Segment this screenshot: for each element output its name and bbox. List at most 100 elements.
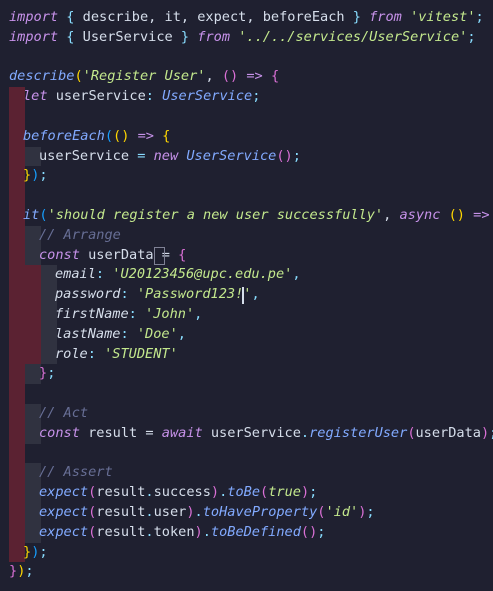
code-line[interactable] <box>0 107 493 127</box>
code-token: async <box>399 207 441 223</box>
code-line[interactable] <box>0 443 493 464</box>
code-token: , <box>383 207 400 223</box>
code-token: '../../services/UserService' <box>238 28 468 45</box>
code-token: 'should register a new user successfully… <box>47 207 384 223</box>
code-token: const <box>39 246 80 263</box>
code-line[interactable]: firstName: 'John', <box>0 305 493 325</box>
code-line[interactable]: describe('Register User', () => { <box>0 67 493 87</box>
code-line[interactable]: it('should register a new user successfu… <box>0 206 493 226</box>
code-token: userService <box>47 88 146 105</box>
code-token: import <box>9 9 59 25</box>
code-token: () <box>221 68 239 85</box>
indent-guide <box>9 245 25 266</box>
code-text: firstName: 'John', <box>55 305 202 325</box>
code-token: ; <box>309 484 318 501</box>
code-token: 'John' <box>145 306 195 322</box>
code-text: import { UserService } from '../../servi… <box>9 28 476 48</box>
code-line[interactable]: }; <box>0 364 493 385</box>
code-token: ; <box>39 543 48 560</box>
code-token: UserService <box>74 28 181 45</box>
code-line[interactable]: // Assert <box>0 463 493 484</box>
code-text: // Assert <box>39 463 113 483</box>
code-token: ) <box>194 523 203 540</box>
code-text: email: 'U20123456@upc.edu.pe', <box>55 265 301 285</box>
code-token: ; <box>467 28 476 45</box>
code-line[interactable]: role: 'STUDENT' <box>0 344 493 365</box>
code-token: () <box>113 127 130 144</box>
code-token: , <box>205 68 222 85</box>
code-line[interactable] <box>0 186 493 206</box>
code-line[interactable]: import { describe, it, expect, beforeEac… <box>0 8 493 28</box>
code-token: import <box>9 28 59 45</box>
code-token: { <box>270 68 280 85</box>
code-token: } <box>39 365 48 382</box>
code-token: ) <box>300 484 310 501</box>
code-token: ( <box>260 484 269 501</box>
code-token: => <box>473 207 490 223</box>
code-token: : <box>120 325 137 342</box>
code-line[interactable]: let userService: UserService; <box>0 87 493 107</box>
code-line[interactable]: expect(result.token).toBeDefined(); <box>0 522 493 543</box>
code-token: . <box>145 523 154 540</box>
code-line[interactable]: // Arrange <box>0 225 493 246</box>
indent-guide <box>9 186 25 206</box>
code-token: from <box>197 28 231 45</box>
code-token: ) <box>480 424 490 441</box>
code-token: const <box>39 424 80 441</box>
indent-guide <box>9 522 25 543</box>
code-text: const result = await userService.registe… <box>39 424 493 444</box>
code-token: UserService <box>162 88 253 105</box>
code-line[interactable]: const result = await userService.registe… <box>0 423 493 444</box>
indent-guide <box>9 483 25 503</box>
code-token: . <box>202 523 211 540</box>
code-token: 'Password123!' <box>136 286 252 303</box>
code-token: ; <box>25 563 34 580</box>
code-token: () <box>276 147 293 164</box>
code-line[interactable]: }); <box>0 542 493 563</box>
code-token: () <box>300 523 318 540</box>
code-token: 'STUDENT' <box>104 345 178 362</box>
code-line[interactable]: // Act <box>0 404 493 424</box>
code-token: expect <box>39 523 89 540</box>
code-token: , <box>177 325 186 342</box>
code-line[interactable] <box>0 48 493 68</box>
code-line[interactable]: }); <box>0 562 493 582</box>
code-text: // Act <box>39 404 88 424</box>
code-line[interactable]: }); <box>0 166 493 187</box>
code-text: expect(result.token).toBeDefined(); <box>39 523 325 543</box>
code-token: 'Doe' <box>136 325 178 342</box>
code-line[interactable]: lastName: 'Doe', <box>0 324 493 345</box>
code-line[interactable]: email: 'U20123456@upc.edu.pe', <box>0 265 493 286</box>
code-token: , <box>194 306 203 322</box>
code-line[interactable]: const userData = { <box>0 245 493 266</box>
code-line[interactable]: password: 'Password123!', <box>0 285 493 305</box>
indent-guide <box>9 443 25 464</box>
code-token: result <box>96 484 146 501</box>
code-token: let <box>23 88 48 105</box>
indent-guide <box>9 285 25 305</box>
code-line[interactable]: expect(result.success).toBe(true); <box>0 483 493 503</box>
code-token: userService <box>202 424 301 441</box>
code-token: ( <box>407 424 416 441</box>
code-line[interactable]: expect(result.user).toHaveProperty('id')… <box>0 503 493 523</box>
code-token: } <box>352 9 361 25</box>
code-line[interactable]: import { UserService } from '../../servi… <box>0 28 493 48</box>
code-line[interactable] <box>0 384 493 404</box>
code-line[interactable]: beforeEach(() => { <box>0 126 493 147</box>
code-text: // Arrange <box>39 226 121 246</box>
code-token: : <box>87 345 105 362</box>
code-line[interactable]: userService = new UserService(); <box>0 146 493 167</box>
code-token: ; <box>39 167 48 184</box>
code-token: result <box>96 523 146 540</box>
code-editor[interactable]: import { describe, it, expect, beforeEac… <box>0 0 493 591</box>
code-token: = <box>129 147 154 164</box>
code-token: userService <box>39 147 130 164</box>
code-token: } <box>23 167 32 184</box>
